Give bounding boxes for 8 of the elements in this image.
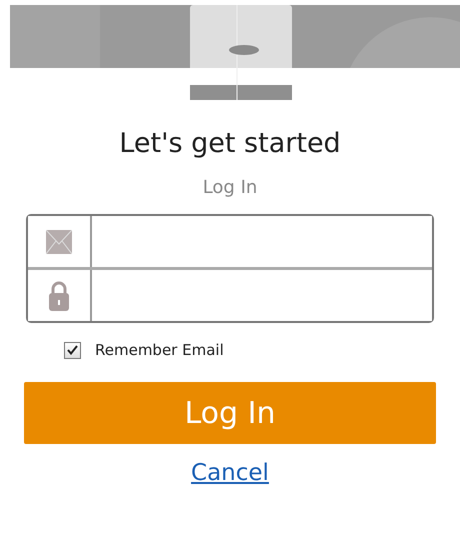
check-icon	[67, 345, 78, 355]
page-title: Let's get started	[119, 128, 341, 159]
cancel-link[interactable]: Cancel	[191, 460, 269, 486]
checkbox[interactable]	[64, 342, 81, 358]
envelope-icon	[46, 230, 72, 254]
checkbox-label: Remember Email	[95, 341, 224, 359]
padlock-icon	[48, 280, 70, 310]
section-heading: Log In	[202, 177, 258, 198]
